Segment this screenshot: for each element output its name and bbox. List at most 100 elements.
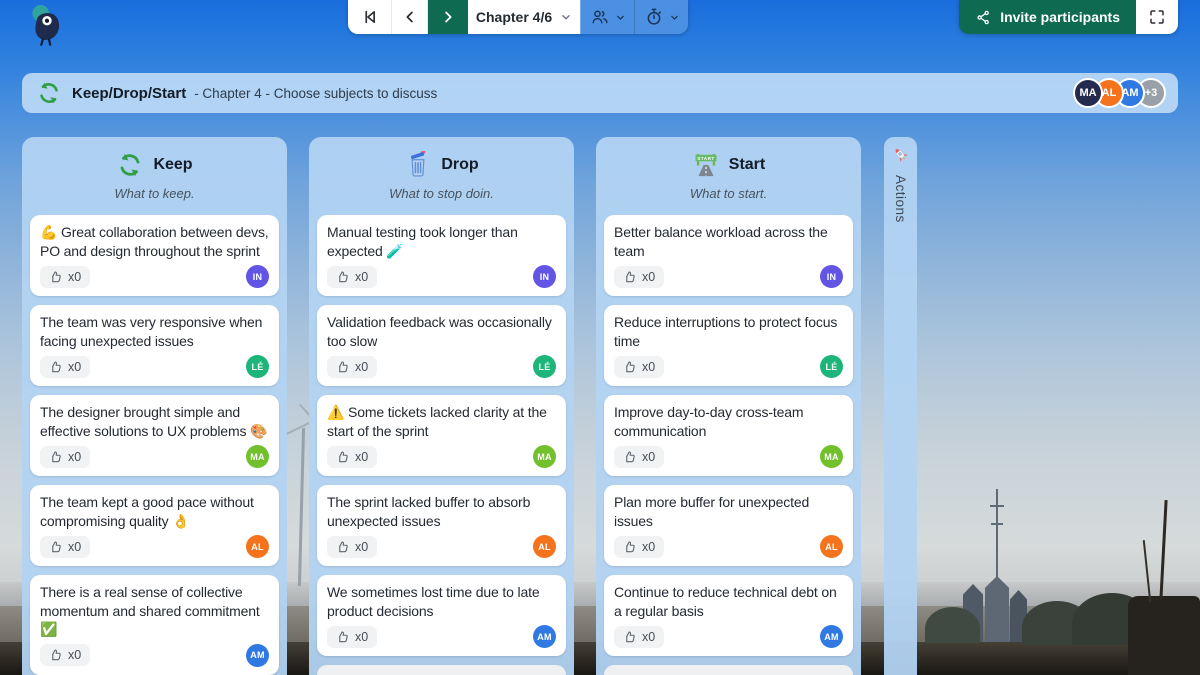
like-button[interactable]: x0 (40, 356, 90, 378)
participants-menu-button[interactable] (580, 0, 634, 34)
mascot-bird-icon (26, 4, 68, 50)
card-text: Better balance workload across the team (614, 223, 843, 260)
column-title: Keep (153, 156, 192, 174)
trash-icon (404, 151, 432, 179)
chapter-nav-toolbar: Chapter 4/6 (348, 0, 688, 34)
svg-text:START: START (697, 156, 715, 161)
chevron-down-icon (615, 12, 626, 23)
card[interactable]: The designer brought simple and effectiv… (30, 395, 279, 476)
like-button[interactable]: x0 (327, 536, 377, 558)
thumbs-up-icon (336, 630, 350, 644)
card-text: The team kept a good pace without compro… (40, 493, 269, 530)
like-button[interactable]: x0 (614, 536, 664, 558)
card-author-avatar: LÉ (533, 355, 556, 378)
like-button[interactable]: x0 (614, 266, 664, 288)
card-author-avatar: IN (533, 265, 556, 288)
chapter-label: Chapter 4/6 (476, 9, 552, 25)
card-text: ⚠️ Some tickets lacked clarity at the st… (327, 403, 556, 440)
like-button[interactable]: x0 (40, 644, 90, 666)
card[interactable]: Better balance workload across the team … (604, 215, 853, 296)
card[interactable]: We sometimes lost time due to late produ… (317, 575, 566, 656)
like-button[interactable]: x0 (40, 446, 90, 468)
fullscreen-icon (1148, 8, 1166, 26)
card-author-avatar: AL (533, 535, 556, 558)
card-text: We sometimes lost time due to late produ… (327, 583, 556, 620)
people-icon (590, 7, 610, 27)
column-subtitle: What to start. (604, 185, 853, 203)
card[interactable]: There is a real sense of collective mome… (30, 575, 279, 675)
thumbs-up-icon (49, 450, 63, 464)
chapter-selector[interactable]: Chapter 4/6 (468, 0, 580, 34)
card-author-avatar: MA (820, 445, 843, 468)
column-title: Start (729, 156, 765, 174)
actions-panel-tab[interactable]: Actions (884, 137, 917, 675)
rocket-icon (891, 145, 911, 165)
thumbs-up-icon (336, 540, 350, 554)
thumbs-up-icon (623, 630, 637, 644)
start-icon: START (692, 151, 720, 179)
like-button[interactable]: x0 (40, 536, 90, 558)
thumbs-up-icon (336, 270, 350, 284)
card[interactable]: Plan more buffer for unexpected issues x… (604, 485, 853, 566)
column-keep: Keep What to keep. 💪 Great collaboration… (22, 137, 287, 675)
column-start: START Start What to start. Better balanc… (596, 137, 861, 675)
skip-to-start-button[interactable] (348, 0, 392, 34)
next-chapter-button[interactable] (428, 0, 468, 34)
thumbs-up-icon (336, 450, 350, 464)
card[interactable]: ⚠️ Some tickets lacked clarity at the st… (317, 395, 566, 476)
card[interactable]: Validation feedback was occasionally too… (317, 305, 566, 386)
add-card-button[interactable]: + Add card (317, 665, 566, 675)
like-button[interactable]: x0 (327, 446, 377, 468)
card-author-avatar: AM (533, 625, 556, 648)
card[interactable]: 💪 Great collaboration between devs, PO a… (30, 215, 279, 296)
activity-title: Keep/Drop/Start (72, 85, 186, 102)
card-text: Plan more buffer for unexpected issues (614, 493, 843, 530)
like-button[interactable]: x0 (327, 356, 377, 378)
like-button[interactable]: x0 (327, 626, 377, 648)
thumbs-up-icon (623, 270, 637, 284)
column-title: Drop (441, 156, 478, 174)
thumbs-up-icon (336, 360, 350, 374)
app-logo (26, 4, 68, 50)
card-text: The sprint lacked buffer to absorb unexp… (327, 493, 556, 530)
thumbs-up-icon (49, 360, 63, 374)
column-subtitle: What to keep. (30, 185, 279, 203)
card-text: Reduce interruptions to protect focus ti… (614, 313, 843, 350)
recycle-icon (116, 151, 144, 179)
card[interactable]: Reduce interruptions to protect focus ti… (604, 305, 853, 386)
like-button[interactable]: x0 (614, 446, 664, 468)
skip-back-icon (360, 7, 380, 27)
like-button[interactable]: x0 (40, 266, 90, 288)
like-button[interactable]: x0 (327, 266, 377, 288)
card-author-avatar: MA (533, 445, 556, 468)
activity-subtitle: - Chapter 4 - Choose subjects to discuss (194, 86, 437, 101)
card-text: 💪 Great collaboration between devs, PO a… (40, 223, 269, 260)
card[interactable]: The team kept a good pace without compro… (30, 485, 279, 566)
card[interactable]: The sprint lacked buffer to absorb unexp… (317, 485, 566, 566)
add-card-button[interactable]: + Add card (604, 665, 853, 675)
card-author-avatar: IN (820, 265, 843, 288)
thumbs-up-icon (49, 648, 63, 662)
thumbs-up-icon (49, 270, 63, 284)
card[interactable]: Improve day-to-day cross-team communicat… (604, 395, 853, 476)
card-text: Continue to reduce technical debt on a r… (614, 583, 843, 620)
card-text: The designer brought simple and effectiv… (40, 403, 269, 440)
invite-participants-button[interactable]: Invite participants (959, 0, 1136, 34)
thumbs-up-icon (623, 360, 637, 374)
thumbs-up-icon (623, 540, 637, 554)
card[interactable]: The team was very responsive when facing… (30, 305, 279, 386)
like-button[interactable]: x0 (614, 356, 664, 378)
fullscreen-button[interactable] (1136, 0, 1178, 34)
previous-chapter-button[interactable] (392, 0, 428, 34)
chevron-down-icon (669, 12, 680, 23)
column-subtitle: What to stop doin. (317, 185, 566, 203)
like-button[interactable]: x0 (614, 626, 664, 648)
chevron-right-icon (439, 8, 457, 26)
card[interactable]: Manual testing took longer than expected… (317, 215, 566, 296)
recycle-icon (36, 80, 62, 106)
timer-menu-button[interactable] (634, 0, 688, 34)
participant-avatar-stack: MA AL AM +3 (1082, 78, 1166, 108)
thumbs-up-icon (49, 540, 63, 554)
share-icon (975, 9, 992, 26)
card[interactable]: Continue to reduce technical debt on a r… (604, 575, 853, 656)
